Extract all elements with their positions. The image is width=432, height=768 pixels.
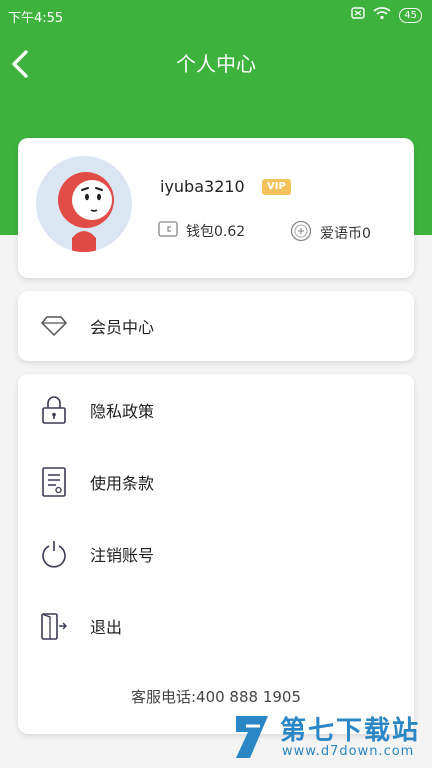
site-watermark: 第七下载站 www.d7down.com bbox=[230, 708, 426, 766]
settings-menu-card: 隐私政策 使用条款 注销账号 退出 客服电话:400 888 1905 bbox=[18, 374, 414, 734]
battery-icon: 45 bbox=[399, 7, 422, 23]
diamond-icon bbox=[40, 312, 68, 340]
username: iyuba3210 bbox=[160, 177, 245, 196]
coin-balance[interactable]: 爱语币0 bbox=[290, 220, 371, 246]
mascot-avatar-icon bbox=[36, 156, 132, 252]
menu-item-privacy[interactable]: 隐私政策 bbox=[18, 382, 414, 438]
wifi-icon bbox=[373, 6, 391, 24]
page-title: 个人中心 bbox=[176, 52, 256, 76]
watermark-url: www.d7down.com bbox=[282, 744, 415, 759]
coin-icon bbox=[290, 220, 312, 246]
wallet-label: 钱包0.62 bbox=[186, 224, 246, 240]
status-icons: 45 bbox=[351, 6, 422, 24]
notification-icon bbox=[351, 6, 365, 24]
power-icon bbox=[40, 540, 68, 568]
status-time: 下午4:55 bbox=[8, 11, 64, 26]
member-center-label: 会员中心 bbox=[90, 318, 155, 337]
coin-label: 爱语币0 bbox=[320, 226, 371, 242]
vip-badge: VIP bbox=[262, 179, 291, 195]
wallet-balance[interactable]: 钱包0.62 bbox=[158, 220, 245, 242]
customer-service-phone[interactable]: 客服电话:400 888 1905 bbox=[18, 686, 414, 707]
profile-card: iyuba3210 VIP 钱包0.62 爱语币0 bbox=[18, 138, 414, 278]
member-center-card: 会员中心 bbox=[18, 291, 414, 361]
status-bar: 下午4:55 45 bbox=[0, 0, 432, 30]
logout-icon bbox=[40, 612, 68, 640]
document-icon bbox=[40, 467, 68, 497]
menu-item-logout[interactable]: 退出 bbox=[18, 598, 414, 654]
menu-item-label: 注销账号 bbox=[90, 546, 155, 565]
menu-item-terms[interactable]: 使用条款 bbox=[18, 454, 414, 510]
watermark-title: 第七下载站 bbox=[280, 716, 421, 746]
lock-icon bbox=[40, 396, 68, 424]
menu-item-label: 隐私政策 bbox=[90, 402, 155, 421]
avatar[interactable] bbox=[36, 156, 132, 252]
title-bar: 个人中心 bbox=[0, 34, 432, 94]
menu-item-delete-account[interactable]: 注销账号 bbox=[18, 526, 414, 582]
menu-item-label: 退出 bbox=[90, 618, 123, 637]
watermark-logo-icon bbox=[230, 712, 274, 762]
menu-item-label: 使用条款 bbox=[90, 474, 155, 493]
member-center-item[interactable]: 会员中心 bbox=[18, 298, 414, 354]
wallet-icon bbox=[158, 220, 178, 242]
